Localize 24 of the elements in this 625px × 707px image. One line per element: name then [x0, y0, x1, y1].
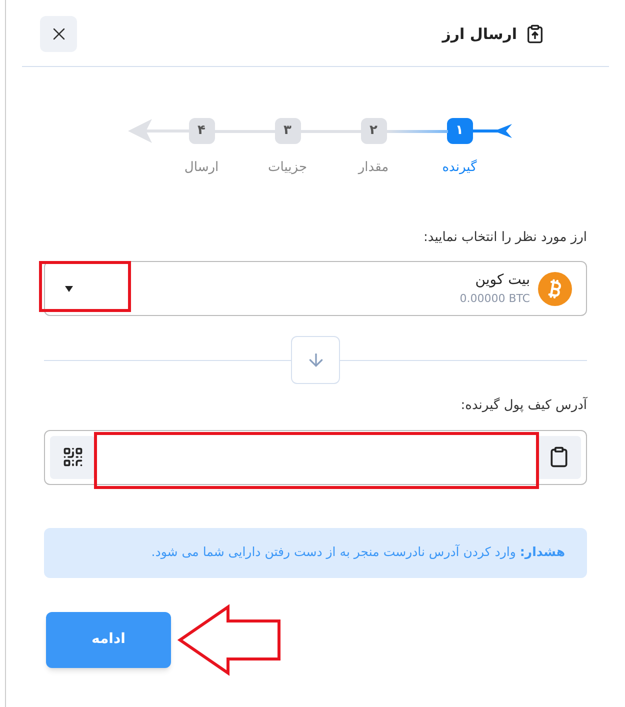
qr-scan-button[interactable]	[50, 436, 95, 478]
step-number: ۱	[446, 118, 472, 144]
coin-balance: 0.00000 BTC	[460, 290, 530, 307]
address-label: آدرس کیف پول گیرنده:	[460, 396, 587, 415]
qr-code-icon	[62, 446, 84, 468]
step-label: مقدار	[358, 159, 389, 177]
coin-name: بیت کوین	[475, 270, 530, 290]
dialog-title: ارسال ارز	[442, 24, 517, 45]
step-number: ۴	[188, 118, 214, 144]
arrow-tail-icon	[472, 124, 512, 138]
arrow-head-icon	[128, 118, 190, 144]
close-button[interactable]	[40, 16, 77, 52]
bitcoin-icon	[538, 272, 572, 306]
step-label: ارسال	[184, 159, 219, 177]
paste-button[interactable]	[536, 436, 581, 478]
step-number: ۲	[360, 118, 386, 144]
step-number: ۳	[274, 118, 300, 144]
step-label: جزییات	[268, 159, 307, 177]
address-field[interactable]	[44, 430, 587, 484]
step-label: گیرنده	[442, 158, 477, 177]
clipboard-upload-icon	[525, 24, 545, 44]
currency-label: ارز مورد نظر را انتخاب نمایید:	[422, 228, 587, 246]
warning-text: هشدار: وارد کردن آدرس نادرست منجر به از دست رفتن دارایی شما می شود.	[151, 543, 565, 562]
caret-icon	[65, 286, 73, 292]
